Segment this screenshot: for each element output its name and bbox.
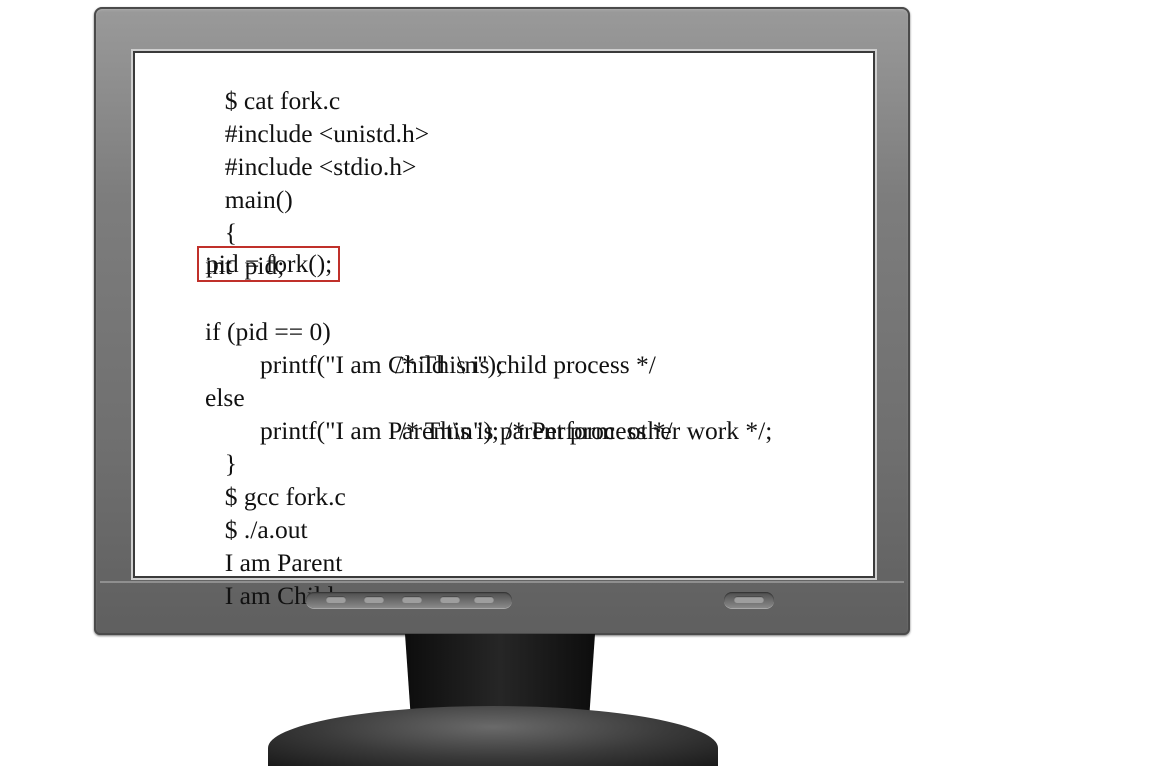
monitor-bezel: $ cat fork.c #include <unistd.h> #includ… xyxy=(94,7,910,635)
code-line: I am Child xyxy=(161,546,429,610)
input-button[interactable] xyxy=(440,596,460,603)
terminal-output: $ cat fork.c #include <unistd.h> #includ… xyxy=(161,51,772,610)
auto-button[interactable] xyxy=(474,596,494,603)
down-button[interactable] xyxy=(364,596,384,603)
power-button[interactable] xyxy=(724,592,774,608)
highlighted-fork-call: pid = fork(); xyxy=(197,246,341,282)
up-button[interactable] xyxy=(402,596,422,603)
monitor-screen: $ cat fork.c #include <unistd.h> #includ… xyxy=(133,51,875,610)
code-line: $ cat fork.c xyxy=(161,51,429,115)
bezel-divider xyxy=(100,581,904,583)
power-icon xyxy=(734,596,764,603)
code-line: $ ./a.out xyxy=(161,480,429,544)
code-line: pid = fork(); xyxy=(161,246,429,282)
monitor-stand-neck xyxy=(405,634,595,716)
code-line: } xyxy=(161,414,429,478)
code-line: #include <unistd.h> xyxy=(161,84,429,148)
monitor-control-buttons xyxy=(306,592,512,608)
code-line: else /* This is parent process */ xyxy=(161,348,673,445)
monitor-stand-base xyxy=(268,706,718,766)
menu-button[interactable] xyxy=(326,596,346,603)
code-line: if (pid == 0) /* This is child process *… xyxy=(161,282,656,379)
code-line: I am Parent xyxy=(161,513,429,577)
code-line: printf("I am Child \n"); xyxy=(161,315,503,379)
code-line: { int pid; xyxy=(161,183,429,280)
code-line: #include <stdio.h> xyxy=(161,117,429,181)
code-line: main() xyxy=(161,150,429,214)
code-line: $ gcc fork.c xyxy=(161,447,429,511)
code-line: printf("I am Parent\n"); /* Perform othe… xyxy=(161,381,772,445)
